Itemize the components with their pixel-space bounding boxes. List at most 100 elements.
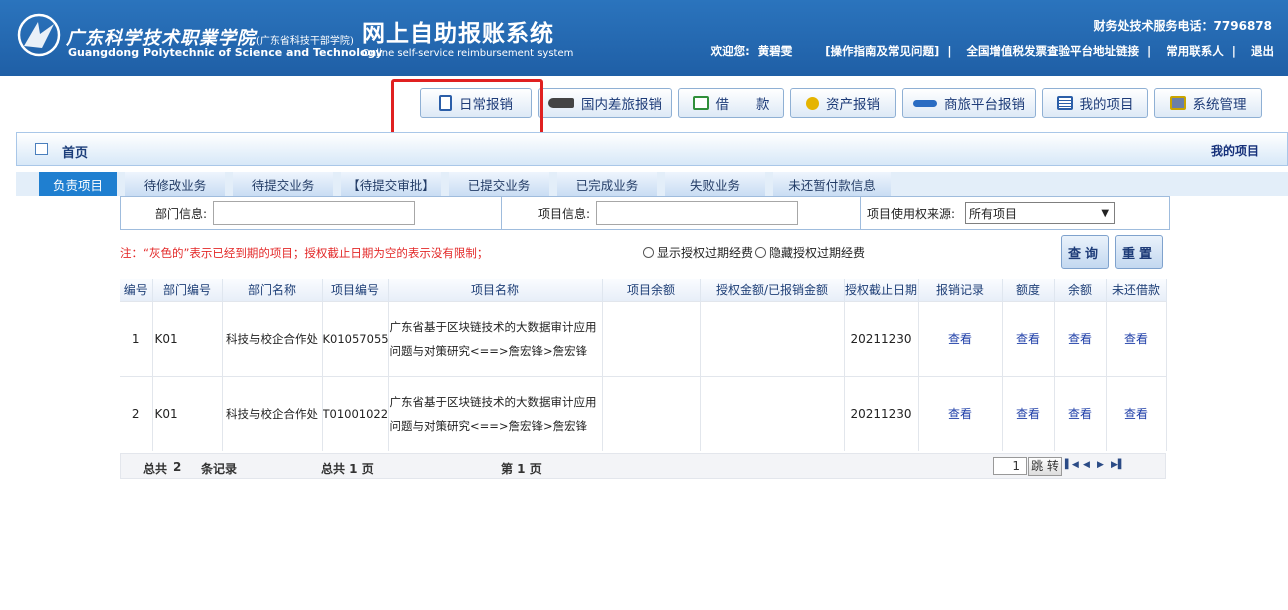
separator: | xyxy=(947,44,952,58)
last-page-icon[interactable]: ▶▌ xyxy=(1111,460,1125,470)
source-label: 项目使用权来源: xyxy=(867,206,956,221)
module-toolbar: 日常报销 国内差旅报销 借 款 资产报销 商旅平台报销 我的项目 系统管理 xyxy=(420,88,1262,118)
school-logo-icon xyxy=(17,13,61,57)
travel-reimburse-button[interactable]: 国内差旅报销 xyxy=(538,88,672,118)
view-records-link[interactable]: 查看 xyxy=(918,300,1003,376)
hide-expired-radio[interactable] xyxy=(755,247,767,258)
column-header: 项目名称 xyxy=(388,279,603,301)
tab-bar: 负责项目 待修改业务 待提交业务 【待提交审批】 已提交业务 已完成业务 失败业… xyxy=(16,172,1288,196)
column-header: 授权截止日期 xyxy=(844,279,919,301)
total-count: 2 xyxy=(173,460,182,474)
table-header-row: 编号 部门编号 部门名称 项目编号 项目名称 项目余额 授权金额/已报销金额 授… xyxy=(120,279,1167,301)
total-pages: 总共 1 页 xyxy=(321,462,374,476)
column-header: 未还借款 xyxy=(1106,279,1167,301)
jump-button[interactable]: 跳 转 xyxy=(1028,457,1062,476)
separator: | xyxy=(1231,44,1236,58)
plane-icon xyxy=(913,99,937,107)
computer-icon xyxy=(1169,96,1186,110)
records-label: 条记录 xyxy=(201,462,238,476)
tab-submitted[interactable]: 已提交业务 xyxy=(449,172,549,196)
loan-button[interactable]: 借 款 xyxy=(678,88,784,118)
first-page-icon[interactable]: ▌◀ xyxy=(1065,460,1079,470)
button-label: 资产报销 xyxy=(826,97,880,113)
column-header: 授权金额/已报销金额 xyxy=(700,279,845,301)
project-label: 项目信息: xyxy=(537,206,590,221)
expired-radio-group: 显示授权过期经费 隐藏授权过期经费 xyxy=(643,244,865,261)
user-bar: 欢迎您: 黄碧雯 [操作指南及常见问题] | 全国增值税发票查验平台地址链接 |… xyxy=(707,43,1274,59)
cell-project-code: T01001022 xyxy=(322,375,389,451)
view-loans-link[interactable]: 查看 xyxy=(1106,375,1167,451)
cell-auth-amount xyxy=(700,375,845,451)
show-expired-radio[interactable] xyxy=(643,247,654,258)
query-button[interactable]: 查询 xyxy=(1061,235,1109,269)
column-header: 项目编号 xyxy=(322,279,389,301)
cell-no: 1 xyxy=(120,300,153,376)
button-label: 国内差旅报销 xyxy=(581,97,662,113)
pagination-bar: 总共 2 条记录 总共 1 页 第 1 页 1 跳 转 ▌◀ ◀ ▶ ▶▌ xyxy=(120,453,1166,479)
project-input[interactable] xyxy=(596,201,798,225)
list-icon xyxy=(1056,96,1073,110)
breadcrumb-home[interactable]: 首页 xyxy=(62,142,88,161)
asset-reimburse-button[interactable]: 资产报销 xyxy=(790,88,896,118)
logout-link[interactable]: 退出 xyxy=(1251,44,1274,58)
school-name-en: Guangdong Polytechnic of Science and Tec… xyxy=(68,46,383,59)
view-records-link[interactable]: 查看 xyxy=(918,375,1003,451)
current-page-title: 我的项目 xyxy=(1210,144,1259,158)
tab-completed[interactable]: 已完成业务 xyxy=(557,172,657,196)
next-page-icon[interactable]: ▶ xyxy=(1097,460,1104,470)
welcome-label: 欢迎您: xyxy=(710,44,750,58)
cell-balance xyxy=(602,300,701,376)
cell-dept-name: 科技与校企合作处 xyxy=(222,375,323,451)
total-label: 总共 xyxy=(143,462,168,476)
source-select[interactable]: 所有项目 ▼ xyxy=(965,202,1116,224)
tab-pending-submit[interactable]: 待提交业务 xyxy=(233,172,333,196)
filter-note: 注：“灰色的”表示已经到期的项目；授权截止日期为空的表示没有限制； xyxy=(120,246,489,260)
view-loans-link[interactable]: 查看 xyxy=(1106,300,1167,376)
current-page: 第 1 页 xyxy=(501,462,542,476)
breadcrumb-bar: 首页 我的项目 xyxy=(16,132,1288,166)
cell-auth-amount xyxy=(700,300,845,376)
cell-dept-code: K01 xyxy=(152,300,223,376)
loan-form-icon xyxy=(692,96,709,110)
contacts-link[interactable]: 常用联系人 xyxy=(1166,44,1224,58)
column-header: 编号 xyxy=(120,279,153,301)
tab-failed[interactable]: 失败业务 xyxy=(665,172,765,196)
column-header: 部门名称 xyxy=(222,279,323,301)
table-row: 2 K01 科技与校企合作处 T01001022 广东省基于区块链技术的大数据审… xyxy=(120,375,1167,451)
column-header: 额度 xyxy=(1002,279,1055,301)
cell-dept-code: K01 xyxy=(152,375,223,451)
dept-input[interactable] xyxy=(213,201,415,225)
tab-responsible-projects[interactable]: 负责项目 xyxy=(39,172,117,196)
system-title-en: Online self-service reimbursement system xyxy=(362,48,574,59)
view-quota-link[interactable]: 查看 xyxy=(1002,300,1055,376)
view-quota-link[interactable]: 查看 xyxy=(1002,375,1055,451)
cell-no: 2 xyxy=(120,375,153,451)
service-hotline: 财务处技术服务电话：7796878 xyxy=(1093,19,1272,33)
my-projects-button[interactable]: 我的项目 xyxy=(1042,88,1148,118)
page-number-input[interactable]: 1 xyxy=(993,457,1027,475)
prev-page-icon[interactable]: ◀ xyxy=(1083,460,1090,470)
projects-table: 编号 部门编号 部门名称 项目编号 项目名称 项目余额 授权金额/已报销金额 授… xyxy=(120,279,1167,451)
filter-bar: 部门信息: 项目信息: 项目使用权来源: 所有项目 ▼ xyxy=(120,196,1170,230)
tab-unpaid-advances[interactable]: 未还暂付款信息 xyxy=(773,172,891,196)
button-label: 商旅平台报销 xyxy=(944,97,1025,113)
highlight-annotation xyxy=(391,79,543,139)
business-travel-reimburse-button[interactable]: 商旅平台报销 xyxy=(902,88,1036,118)
guide-link[interactable]: [操作指南及常见问题] xyxy=(825,44,939,58)
separator: | xyxy=(1147,44,1152,58)
tab-pending-approval[interactable]: 【待提交审批】 xyxy=(341,172,441,196)
column-header: 报销记录 xyxy=(918,279,1003,301)
column-header: 部门编号 xyxy=(152,279,223,301)
invoice-check-link[interactable]: 全国增值税发票查验平台地址链接 xyxy=(967,44,1140,58)
tab-pending-modify[interactable]: 待修改业务 xyxy=(125,172,225,196)
system-admin-button[interactable]: 系统管理 xyxy=(1154,88,1262,118)
app-header: 广东科学技术职業学院(广东省科技干部学院) Guangdong Polytech… xyxy=(0,0,1288,76)
button-label: 我的项目 xyxy=(1079,97,1134,113)
view-balance-link[interactable]: 查看 xyxy=(1054,300,1107,376)
view-balance-link[interactable]: 查看 xyxy=(1054,375,1107,451)
hide-expired-label: 隐藏授权过期经费 xyxy=(769,246,866,260)
cell-project-name: 广东省基于区块链技术的大数据审计应用问题与对策研究<==>詹宏锋>詹宏锋 xyxy=(388,300,603,376)
reset-button[interactable]: 重置 xyxy=(1115,235,1163,269)
cell-deadline: 20211230 xyxy=(844,300,919,376)
system-title: 网上自助报账系统 xyxy=(362,21,554,47)
